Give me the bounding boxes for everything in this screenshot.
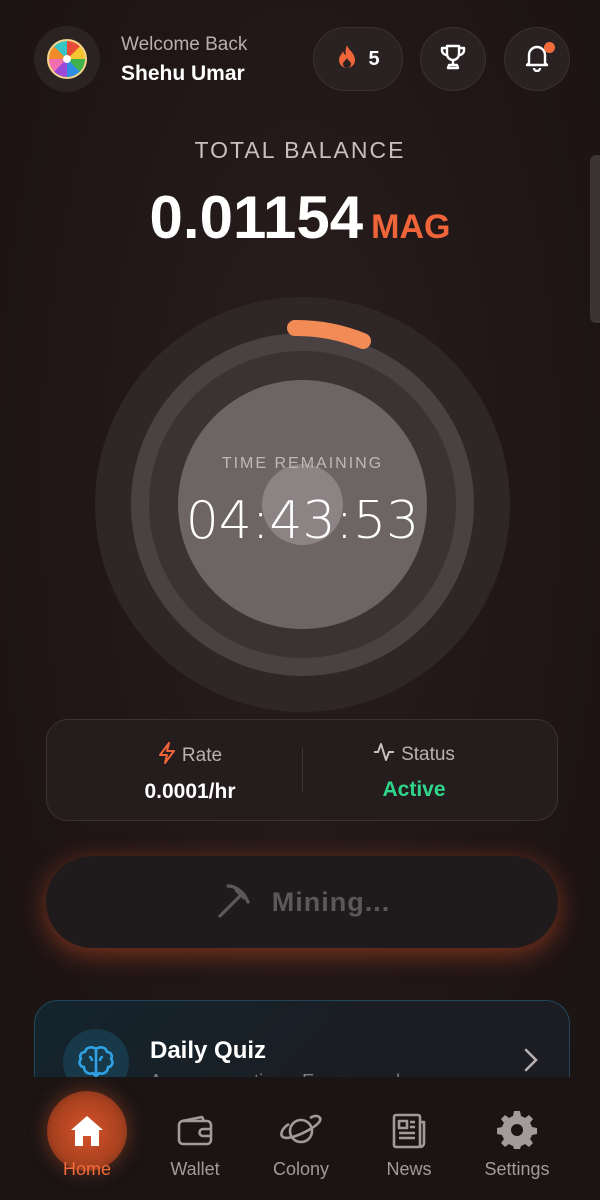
quiz-title: Daily Quiz — [150, 1037, 267, 1064]
user-name: Shehu Umar — [121, 62, 245, 85]
rate-label: Rate — [181, 745, 223, 766]
wallet-icon — [169, 1105, 221, 1157]
rate-value: 0.0001/hr — [144, 780, 236, 803]
newspaper-icon — [383, 1105, 435, 1157]
prize-wheel-icon — [47, 39, 87, 79]
welcome-block: Welcome Back Shehu Umar — [121, 34, 247, 86]
trophy-button[interactable] — [420, 27, 486, 91]
stats-card: Rate 0.0001/hr Status Active — [46, 719, 558, 821]
notification-dot — [544, 42, 555, 53]
activity-icon — [373, 742, 395, 768]
lightning-icon — [158, 742, 176, 770]
streak-count: 5 — [368, 47, 380, 70]
nav-home-label: Home — [62, 1159, 111, 1179]
home-icon — [47, 1091, 127, 1171]
trophy-icon — [438, 42, 468, 77]
nav-news-label: News — [386, 1159, 432, 1179]
nav-settings[interactable]: Settings — [462, 1077, 572, 1200]
balance-value: 0.01154 — [149, 184, 364, 251]
balance-row: 0.01154 MAG — [0, 183, 600, 252]
nav-settings-label: Settings — [484, 1159, 550, 1179]
status-stat: Status Active — [289, 742, 539, 802]
chevron-right-icon — [523, 1047, 539, 1078]
notifications-button[interactable] — [504, 27, 570, 91]
mining-button[interactable]: Mining... — [46, 856, 558, 948]
balance-label: TOTAL BALANCE — [194, 137, 406, 163]
mining-button-label: Mining... — [271, 886, 391, 917]
timer-value: 04:43:53 — [185, 491, 420, 551]
nav-colony-label: Colony — [272, 1159, 330, 1179]
welcome-label: Welcome Back — [121, 34, 248, 55]
planet-icon — [275, 1105, 327, 1157]
status-value: Active — [382, 778, 446, 801]
nav-colony[interactable]: Colony — [246, 1077, 356, 1200]
rate-stat: Rate 0.0001/hr — [65, 742, 315, 804]
gear-icon — [491, 1105, 543, 1157]
header: Welcome Back Shehu Umar 5 — [0, 0, 600, 130]
nav-wallet-label: Wallet — [170, 1159, 220, 1179]
pickaxe-icon — [214, 880, 254, 925]
nav-wallet[interactable]: Wallet — [140, 1077, 250, 1200]
balance-unit: MAG — [371, 208, 451, 246]
avatar[interactable] — [34, 26, 100, 92]
mining-timer: TIME REMAINING 04:43:53 — [95, 297, 510, 712]
streak-button[interactable]: 5 — [313, 27, 403, 91]
flame-icon — [336, 44, 358, 75]
nav-news[interactable]: News — [354, 1077, 464, 1200]
status-label: Status — [401, 744, 455, 765]
bottom-nav: Home Wallet Colony News Settings — [0, 1077, 600, 1200]
nav-home[interactable]: Home — [32, 1077, 142, 1200]
timer-label: TIME REMAINING — [221, 455, 384, 472]
